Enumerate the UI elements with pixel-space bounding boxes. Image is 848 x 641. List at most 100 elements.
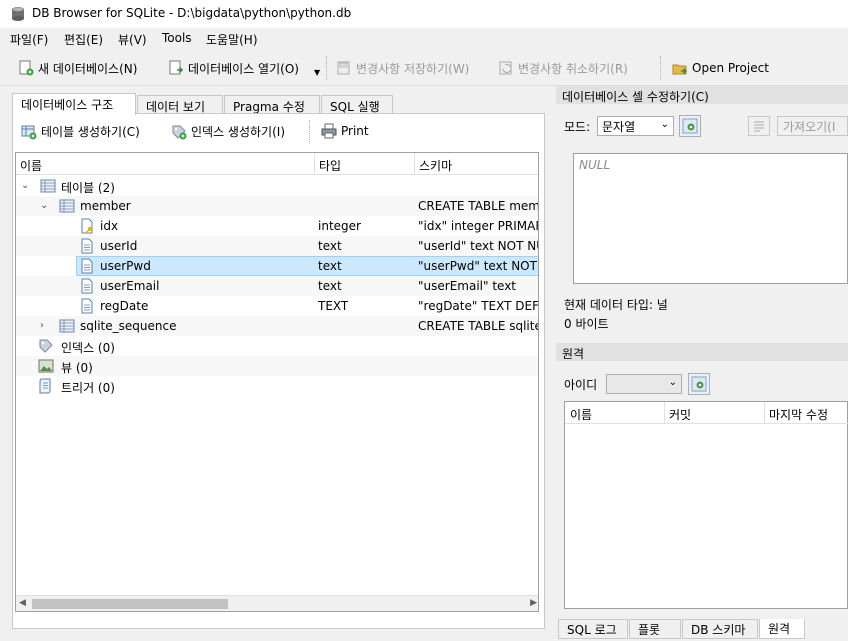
current-data-type: 현재 데이터 타입: 널 <box>564 298 668 312</box>
tree-row-indices[interactable]: 인덱스 (0) <box>16 336 538 356</box>
data-size: 0 바이트 <box>564 317 609 331</box>
database-app-icon <box>10 6 26 22</box>
remote-column-last-modified[interactable]: 마지막 수정 <box>769 406 828 423</box>
remote-column-name[interactable]: 이름 <box>570 406 592 423</box>
field-icon <box>79 258 95 274</box>
identity-select[interactable]: ⌄ <box>606 374 682 394</box>
tab-remote[interactable]: 원격 <box>759 619 805 639</box>
new-database-button[interactable]: 새 데이터베이스(N) <box>18 58 137 78</box>
schema-tree[interactable]: 이름 타입 스키마 ⌄ 테이블 (2) ⌄ member CREATE TABL… <box>15 152 539 612</box>
cell-value-editor[interactable]: NULL <box>573 153 848 284</box>
tab-browse-data[interactable]: 데이터 보기 <box>137 95 223 115</box>
tree-row-label: 뷰 (0) <box>61 361 93 375</box>
title-bar: DB Browser for SQLite - D:\bigdata\pytho… <box>0 0 848 28</box>
printer-icon <box>321 123 337 139</box>
print-label: Print <box>341 124 369 138</box>
auto-format-button[interactable] <box>679 115 701 137</box>
tab-db-schema[interactable]: DB 스키마 <box>682 619 758 639</box>
primary-key-field-icon <box>79 218 95 234</box>
create-table-button[interactable]: 테이블 생성하기(C) <box>21 123 140 140</box>
database-structure-panel: 테이블 생성하기(C) 인덱스 생성하기(I) Print 이름 타입 스키마 … <box>12 113 545 629</box>
column-header-schema[interactable]: 스키마 <box>419 157 452 174</box>
create-index-label: 인덱스 생성하기(I) <box>191 125 285 139</box>
window-title: DB Browser for SQLite - D:\bigdata\pytho… <box>32 6 352 20</box>
expand-arrow-icon[interactable]: › <box>40 321 50 331</box>
menu-help[interactable]: 도움말(H) <box>206 31 258 48</box>
table-icon <box>59 318 75 334</box>
menu-tools[interactable]: Tools <box>162 31 192 45</box>
scroll-right-icon[interactable]: ▶ <box>530 598 537 608</box>
revert-changes-label: 변경사항 취소하기(R) <box>518 61 628 76</box>
tree-row-schema: "userEmail" text <box>418 279 517 293</box>
tree-row-sqlite-sequence[interactable]: › sqlite_sequence CREATE TABLE sqlite_s <box>16 316 538 336</box>
open-database-dropdown-icon[interactable]: ▼ <box>314 68 320 77</box>
remote-column-commit[interactable]: 커밋 <box>669 406 691 423</box>
remote-list-header: 이름 커밋 마지막 수정 <box>565 402 848 424</box>
tree-row-type: integer <box>318 219 361 233</box>
remote-list[interactable]: 이름 커밋 마지막 수정 <box>564 401 848 609</box>
tree-row-field[interactable]: userEmail text "userEmail" text <box>16 276 538 296</box>
tree-row-schema: "regDate" TEXT DEFAU <box>418 299 538 313</box>
menu-edit[interactable]: 편집(E) <box>64 31 103 48</box>
word-wrap-button[interactable] <box>748 116 770 136</box>
column-header-name[interactable]: 이름 <box>20 157 42 174</box>
open-database-button[interactable]: 데이터베이스 열기(O) <box>168 58 299 78</box>
tab-plot[interactable]: 플롯 <box>629 619 681 639</box>
toolbar-separator <box>326 56 327 80</box>
create-table-label: 테이블 생성하기(C) <box>41 125 140 139</box>
column-divider[interactable] <box>414 153 415 175</box>
tree-row-triggers[interactable]: 트리거 (0) <box>16 376 538 396</box>
tree-row-field[interactable]: regDate TEXT "regDate" TEXT DEFAU <box>16 296 538 316</box>
table-icon <box>59 198 75 214</box>
revert-changes-button[interactable]: 변경사항 취소하기(R) <box>498 58 628 78</box>
tab-database-structure[interactable]: 데이터베이스 구조 <box>12 93 136 115</box>
column-divider[interactable] <box>314 153 315 175</box>
view-image-icon <box>38 358 54 374</box>
chevron-down-icon: ⌄ <box>660 119 669 130</box>
tree-row-label: userId <box>100 239 138 253</box>
open-project-button[interactable]: Open Project <box>672 58 769 78</box>
tree-row-label: userEmail <box>100 279 160 293</box>
new-database-label: 새 데이터베이스(N) <box>38 61 138 76</box>
column-header-type[interactable]: 타입 <box>319 157 341 174</box>
tab-sql-log[interactable]: SQL 로그 <box>558 619 628 639</box>
tab-execute-sql[interactable]: SQL 실행 <box>321 95 393 115</box>
scroll-left-icon[interactable]: ◀ <box>19 598 26 608</box>
tree-row-type: TEXT <box>318 299 349 313</box>
tree-row-label: member <box>80 199 131 213</box>
create-index-icon <box>171 124 187 140</box>
tree-row-schema: CREATE TABLE membe <box>418 199 538 213</box>
menu-view[interactable]: 뷰(V) <box>118 31 147 48</box>
menu-bar: 파일(F) 편집(E) 뷰(V) Tools 도움말(H) <box>0 28 848 50</box>
main-toolbar: 새 데이터베이스(N) 데이터베이스 열기(O) ▼ 변경사항 저장하기(W) … <box>0 50 848 86</box>
tree-row-tables[interactable]: ⌄ 테이블 (2) <box>16 176 538 196</box>
identity-settings-button[interactable] <box>688 373 710 395</box>
tree-row-field[interactable]: userId text "userId" text NOT NUL <box>16 236 538 256</box>
write-changes-icon <box>336 60 352 76</box>
mode-label: 모드: <box>564 120 591 134</box>
column-divider[interactable] <box>764 402 765 424</box>
column-divider[interactable] <box>664 402 665 424</box>
tree-row-member[interactable]: ⌄ member CREATE TABLE membe <box>16 196 538 216</box>
tree-row-field-selected[interactable]: userPwd text "userPwd" text NOT N <box>16 256 538 276</box>
print-button[interactable]: Print <box>321 123 369 139</box>
scrollbar-thumb[interactable] <box>32 599 228 609</box>
tab-edit-pragmas[interactable]: Pragma 수정 <box>224 95 320 115</box>
tree-row-label: idx <box>100 219 119 233</box>
mode-select[interactable]: 문자열 ⌄ <box>597 116 674 136</box>
tree-row-label: 인덱스 (0) <box>61 341 115 355</box>
tree-row-views[interactable]: 뷰 (0) <box>16 356 538 376</box>
menu-file[interactable]: 파일(F) <box>10 31 48 48</box>
tree-row-type: text <box>318 259 342 273</box>
tree-row-field[interactable]: idx integer "idx" integer PRIMARY <box>16 216 538 236</box>
tree-row-label: sqlite_sequence <box>80 319 177 333</box>
write-changes-button[interactable]: 변경사항 저장하기(W) <box>336 58 469 78</box>
collapse-arrow-icon[interactable]: ⌄ <box>21 181 31 191</box>
collapse-arrow-icon[interactable]: ⌄ <box>40 201 50 211</box>
revert-changes-icon <box>498 60 514 76</box>
tree-row-label: regDate <box>100 299 149 313</box>
create-index-button[interactable]: 인덱스 생성하기(I) <box>171 123 285 140</box>
import-button[interactable]: 가져오기(I <box>777 116 848 136</box>
tree-row-type: text <box>318 279 342 293</box>
horizontal-scrollbar[interactable]: ◀ ▶ <box>16 595 538 611</box>
